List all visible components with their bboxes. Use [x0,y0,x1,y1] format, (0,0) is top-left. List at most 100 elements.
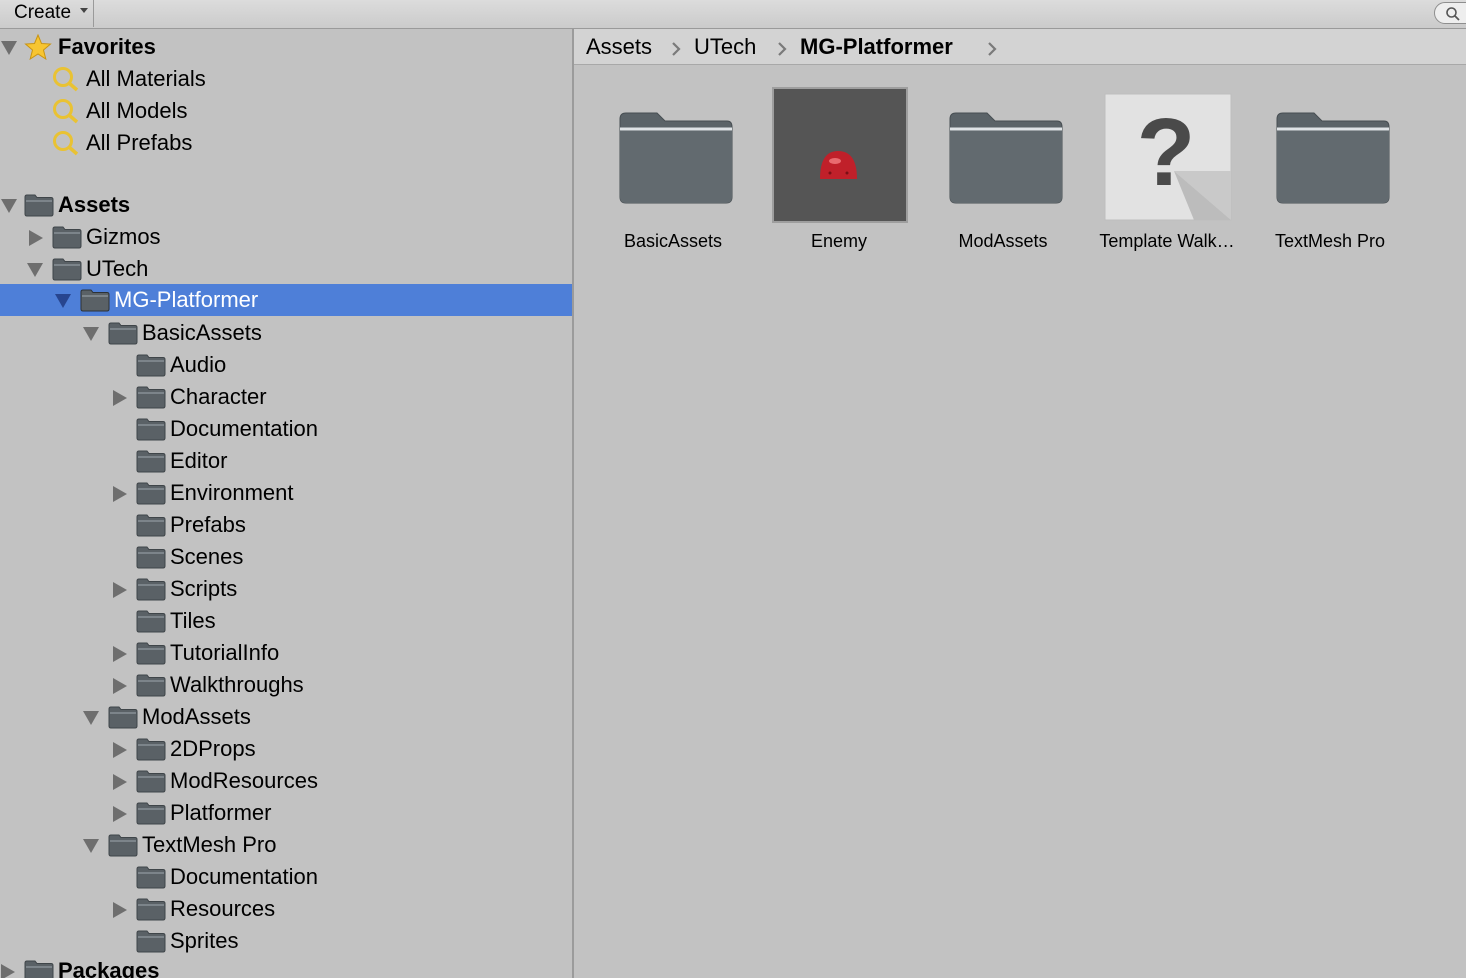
tree-row-2dprops[interactable]: 2DProps [0,733,572,765]
tree-row-walkthroughs[interactable]: Walkthroughs [0,669,572,701]
tree-row-audio[interactable]: Audio [0,349,572,381]
tree-row-character[interactable]: Character [0,381,572,413]
tree-row-prefabs[interactable]: Prefabs [0,509,572,541]
expand-arrow-icon[interactable] [55,294,71,308]
expand-arrow-icon[interactable] [83,839,99,853]
tree-row-tutorialinfo[interactable]: TutorialInfo [0,637,572,669]
create-label: Create [14,2,72,23]
tree-row-utech[interactable]: UTech [0,253,572,285]
tree-row-label: 2DProps [170,736,256,761]
search-filter-icon [53,131,79,156]
folder-icon [136,866,166,889]
favorite-item-label: All Models [86,98,188,123]
breadcrumb-item-utech[interactable]: UTech [694,29,756,65]
expand-arrow-icon[interactable] [83,327,99,341]
folder-icon [136,514,166,537]
tree-row-documentation[interactable]: Documentation [0,413,572,445]
tree-row-basicassets[interactable]: BasicAssets [0,317,572,349]
asset-tile-enemy[interactable]: Enemy [759,65,919,265]
folder-icon [80,289,110,312]
project-tree-panel: Favorites All Materials All Models All P… [0,29,572,978]
tree-row-scripts[interactable]: Scripts [0,573,572,605]
tree-row-label: Character [170,384,267,409]
folder-icon [108,322,138,345]
breadcrumb-item-assets[interactable]: Assets [586,29,652,65]
collapse-arrow-icon[interactable] [113,646,127,662]
tree-row-sprites[interactable]: Sprites [0,925,572,957]
search-filter-icon [53,99,79,124]
collapse-arrow-icon[interactable] [113,902,127,918]
search-field[interactable] [1434,2,1466,24]
collapse-arrow-icon[interactable] [113,742,127,758]
tree-row-label: Editor [170,448,228,473]
tree-row-label: Scripts [170,576,238,601]
tree-row-gizmos[interactable]: Gizmos [0,221,572,253]
tree-row-assets[interactable]: Assets [0,189,572,221]
tree-row-label: ModAssets [142,704,251,729]
collapse-arrow-icon[interactable] [113,678,127,694]
favorite-item-label: All Prefabs [86,130,193,155]
tree-row-label: UTech [86,256,149,281]
collapse-arrow-icon[interactable] [29,230,43,246]
star-icon [24,34,52,60]
favorite-item-all-models[interactable]: All Models [0,95,572,127]
tree-row-label: TutorialInfo [170,640,280,665]
expand-arrow-icon[interactable] [1,199,17,213]
folder-icon [136,642,166,665]
tree-row-editor[interactable]: Editor [0,445,572,477]
search-filter-icon [53,67,79,92]
tree-row-environment[interactable]: Environment [0,477,572,509]
expand-arrow-icon[interactable] [83,711,99,725]
tree-row-favorites[interactable]: Favorites [0,31,572,63]
tree-row-resources[interactable]: Resources [0,893,572,925]
asset-tile-basicassets[interactable]: BasicAssets [593,65,753,265]
tree-row-label: Audio [170,352,227,377]
tree-row-label: Tiles [170,608,216,633]
collapse-arrow-icon[interactable] [113,806,127,822]
folder-icon [52,226,82,249]
tree-row-modassets[interactable]: ModAssets [0,701,572,733]
asset-name: ModAssets [958,231,1048,251]
tree-row-label: Packages [58,958,160,978]
favorite-item-all-prefabs[interactable]: All Prefabs [0,127,572,159]
folder-icon [949,112,1063,204]
collapse-arrow-icon[interactable] [113,390,127,406]
asset-tile-template-walkthrough[interactable]: ? Template Walk… [1087,65,1247,265]
tree-row-label: Scenes [170,544,244,569]
asset-tile-textmesh-pro[interactable]: TextMesh Pro [1250,65,1410,265]
folder-icon [136,610,166,633]
create-dropdown-button[interactable]: Create [2,0,94,27]
breadcrumb-item-mg-platformer[interactable]: MG-Platformer [800,29,953,65]
collapse-arrow-icon[interactable] [113,582,127,598]
expand-arrow-icon[interactable] [27,263,43,277]
tree-row-label: Gizmos [86,224,161,249]
tree-row-label: Assets [58,192,131,217]
chevron-right-icon[interactable] [986,41,998,57]
tree-row-mg-platformer[interactable]: MG-Platformer [0,284,572,316]
tree-row-documentation[interactable]: Documentation [0,861,572,893]
collapse-arrow-icon[interactable] [113,774,127,790]
collapse-arrow-icon[interactable] [113,486,127,502]
folder-icon [1276,112,1390,204]
folder-icon [24,194,54,217]
asset-name: Template Walk… [1099,231,1235,251]
folder-icon [136,674,166,697]
favorite-item-label: All Materials [86,66,206,91]
tree-row-modresources[interactable]: ModResources [0,765,572,797]
folder-icon [136,386,166,409]
tree-row-label: Environment [170,480,294,505]
favorite-item-all-materials[interactable]: All Materials [0,63,572,95]
asset-tile-modassets[interactable]: ModAssets [923,65,1083,265]
collapse-arrow-icon[interactable] [1,964,15,978]
asset-grid: BasicAssets Enemy ModAssets ? Template W… [574,65,1466,978]
favorites-label: Favorites [58,34,156,59]
tree-row-scenes[interactable]: Scenes [0,541,572,573]
tree-row-packages[interactable]: Packages [0,955,572,978]
tree-row-textmesh-pro[interactable]: TextMesh Pro [0,829,572,861]
expand-arrow-icon[interactable] [1,41,17,55]
tree-row-platformer[interactable]: Platformer [0,797,572,829]
tree-row-label: Walkthroughs [170,672,304,697]
tree-row-label: Documentation [170,864,318,889]
folder-icon [108,706,138,729]
tree-row-tiles[interactable]: Tiles [0,605,572,637]
